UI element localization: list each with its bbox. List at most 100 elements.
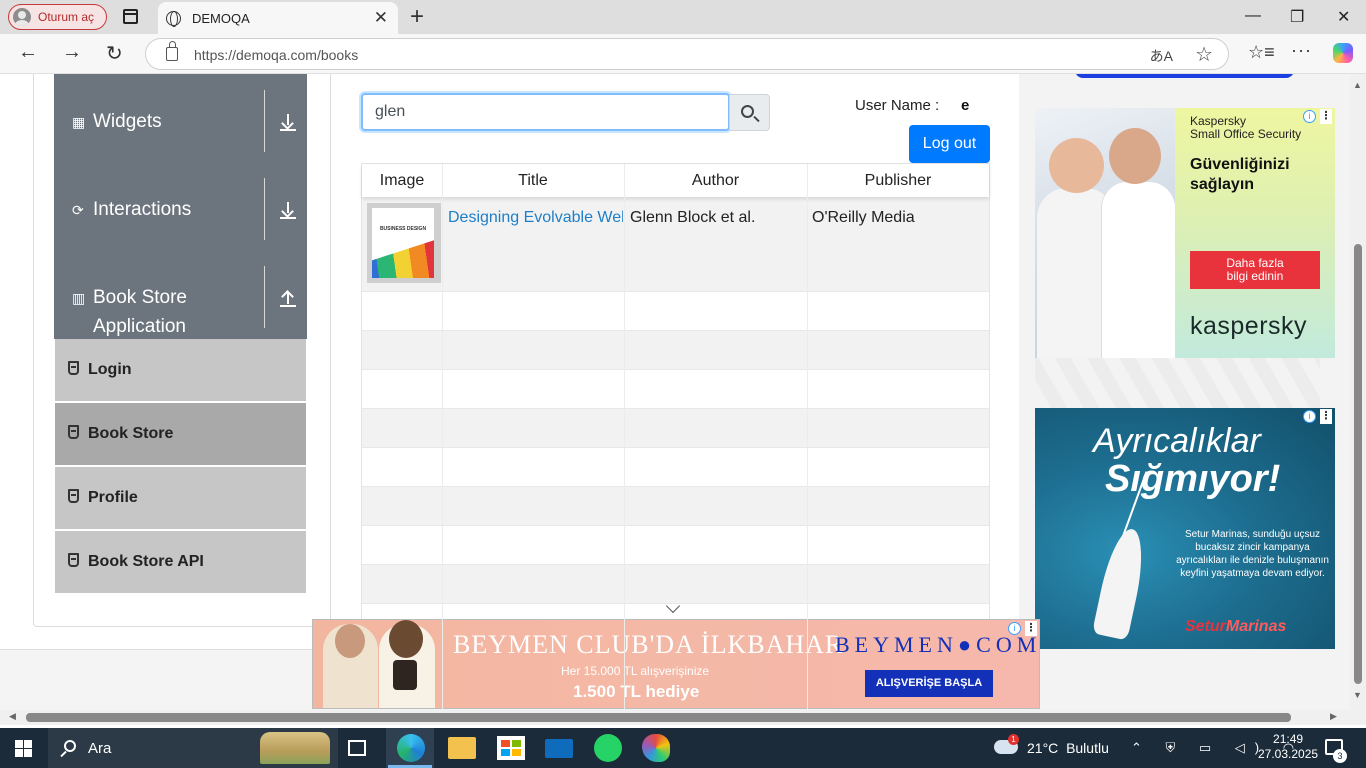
setur-logo-b: Marinas xyxy=(1225,618,1287,635)
search-button[interactable] xyxy=(729,94,770,131)
ad-product-line2: Small Office Security xyxy=(1190,127,1302,141)
minimize-button[interactable]: — xyxy=(1245,7,1261,25)
scroll-right-arrow[interactable]: ▶ xyxy=(1330,711,1337,722)
logout-button[interactable]: Log out xyxy=(909,125,990,163)
copilot-icon[interactable] xyxy=(1333,43,1353,63)
sidebar-item-login[interactable]: Login xyxy=(55,339,306,402)
ad-background-pattern xyxy=(1035,358,1320,408)
weather-text[interactable]: 21°C Bulutlu xyxy=(1027,740,1109,756)
search-input[interactable] xyxy=(363,95,703,129)
beymen-logo: BEYMEN●COM xyxy=(835,632,1040,657)
kaspersky-ad[interactable]: Kaspersky Small Office Security Güvenliği… xyxy=(1035,108,1335,358)
ad-cta-button[interactable]: ALIŞVERİŞE BAŞLA xyxy=(865,670,993,697)
widgets-icon: ▦ xyxy=(72,114,86,130)
taskbar-search[interactable]: Ara xyxy=(48,728,338,768)
search-icon xyxy=(741,105,754,118)
tab-close-icon[interactable]: ✕ xyxy=(374,8,388,28)
horizontal-scroll-thumb[interactable] xyxy=(26,713,1291,722)
ad-cta-button[interactable]: Daha fazla bilgi edinin xyxy=(1190,251,1320,289)
ad-info-icon[interactable]: i xyxy=(1008,622,1021,635)
column-header-author[interactable]: Author xyxy=(624,172,807,190)
forward-button[interactable]: → xyxy=(62,41,82,64)
collapse-up-icon[interactable] xyxy=(280,290,296,311)
tab-demoqa[interactable]: DEMOQA ✕ xyxy=(158,2,398,34)
ad-options-icon[interactable]: ⋮ xyxy=(1025,621,1037,636)
url-field[interactable]: https://demoqa.com/books あA ☆ xyxy=(145,38,1229,70)
setur-logo-a: Setur xyxy=(1185,618,1226,635)
windows-start-icon[interactable] xyxy=(15,740,32,757)
more-menu-button[interactable]: ··· xyxy=(1291,40,1312,61)
back-button[interactable]: ← xyxy=(18,41,38,64)
vertical-scroll-thumb[interactable] xyxy=(1354,244,1362,684)
mail-icon[interactable] xyxy=(545,739,573,758)
column-header-image[interactable]: Image xyxy=(362,172,442,190)
clock-date: 27.03.2025 xyxy=(1258,747,1319,761)
beymen-ad[interactable]: BEYMEN CLUB'DA İLKBAHAR BEYMEN●COM Her 1… xyxy=(312,619,1040,709)
category-book-store-application[interactable]: ▥ Book Store Application xyxy=(54,250,307,339)
favorites-icon[interactable]: ☆≡ xyxy=(1248,42,1275,63)
ad-info-icon[interactable]: i xyxy=(1303,110,1316,123)
ad-person-woman-head xyxy=(1049,138,1104,193)
scroll-up-arrow[interactable]: ▲ xyxy=(1353,80,1362,90)
expand-down-icon[interactable] xyxy=(280,114,296,135)
translate-icon[interactable]: あA xyxy=(1150,46,1173,66)
column-divider xyxy=(624,164,625,710)
column-header-publisher[interactable]: Publisher xyxy=(807,172,989,190)
restore-button[interactable]: ❐ xyxy=(1290,7,1304,27)
sidebar-item-profile[interactable]: Profile xyxy=(55,467,306,530)
html-file-icon xyxy=(68,425,79,439)
tab-actions-icon[interactable] xyxy=(123,9,138,24)
weather-temp: 21°C xyxy=(1027,740,1059,756)
favorite-star-icon[interactable]: ☆ xyxy=(1195,42,1213,67)
divider xyxy=(264,178,265,240)
setur-logo: SeturMarinas xyxy=(1185,618,1286,636)
whatsapp-icon[interactable] xyxy=(594,734,622,762)
ad-info-icon[interactable]: i xyxy=(1303,410,1316,423)
scroll-left-arrow[interactable]: ◀ xyxy=(9,711,16,722)
expand-down-icon[interactable] xyxy=(280,202,296,223)
taskbar-clock[interactable]: 21:49 27.03.2025 xyxy=(1258,732,1318,762)
ad-options-icon[interactable]: ⋮ xyxy=(1320,409,1332,424)
notification-count: 3 xyxy=(1333,749,1347,763)
table-header: Image Title Author Publisher xyxy=(362,164,989,197)
book-cover-image: BUSINESS DESIGN xyxy=(367,203,441,283)
paint-icon[interactable] xyxy=(642,734,670,762)
ad-top-button-edge[interactable] xyxy=(1075,74,1294,78)
task-view-icon[interactable] xyxy=(348,740,366,756)
lock-icon[interactable] xyxy=(166,41,178,61)
category-label: Interactions xyxy=(93,199,192,220)
windows-taskbar: Ara 1 21°C Bulutlu ⌃ ⛨ ▭ ◁) ◠ 21:49 27.0… xyxy=(0,728,1366,768)
vertical-scrollbar[interactable]: ▲ ▼ xyxy=(1350,74,1366,710)
table-row-empty xyxy=(362,331,989,370)
ad-headline-1: Ayrıcalıklar xyxy=(1093,422,1261,460)
new-tab-button[interactable]: + xyxy=(410,3,424,31)
reload-button[interactable]: ↻ xyxy=(106,41,123,66)
column-header-title[interactable]: Title xyxy=(442,172,624,190)
sidebar-item-book-store-api[interactable]: Book Store API xyxy=(55,531,306,594)
file-explorer-icon[interactable] xyxy=(448,737,476,759)
clock-time: 21:49 xyxy=(1273,732,1304,746)
scroll-down-arrow[interactable]: ▼ xyxy=(1353,690,1362,700)
book-title-link[interactable]: Designing Evolvable Web xyxy=(448,209,623,227)
ad-offer: 1.500 TL hediye xyxy=(573,682,700,701)
ad-model-2-head xyxy=(389,620,423,658)
setur-marinas-ad[interactable]: Ayrıcalıklar Sığmıyor! Setur Marinas, su… xyxy=(1035,408,1335,649)
close-window-button[interactable]: ✕ xyxy=(1337,7,1350,27)
edge-icon[interactable] xyxy=(397,734,425,762)
tab-title: DEMOQA xyxy=(192,11,250,26)
profile-button[interactable]: Oturum aç xyxy=(8,4,107,30)
sidebar-item-book-store[interactable]: Book Store xyxy=(55,403,306,466)
ad-options-icon[interactable]: ⋮ xyxy=(1320,109,1332,124)
scrollbar-corner xyxy=(1350,710,1366,725)
microsoft-store-icon[interactable] xyxy=(497,736,525,760)
ad-headline-2: Sığmıyor! xyxy=(1105,458,1281,500)
search-box[interactable] xyxy=(361,93,730,131)
taskbar-search-label: Ara xyxy=(88,740,112,757)
category-label: Widgets xyxy=(93,111,162,132)
category-widgets[interactable]: ▦ Widgets xyxy=(54,74,307,162)
ad-model-1-head xyxy=(335,624,365,658)
url-text[interactable]: https://demoqa.com/books xyxy=(194,47,358,63)
category-interactions[interactable]: ⟳ Interactions xyxy=(54,162,307,250)
search-highlight-image xyxy=(260,732,330,764)
horizontal-scrollbar[interactable]: ◀ ▶ xyxy=(0,710,1350,725)
